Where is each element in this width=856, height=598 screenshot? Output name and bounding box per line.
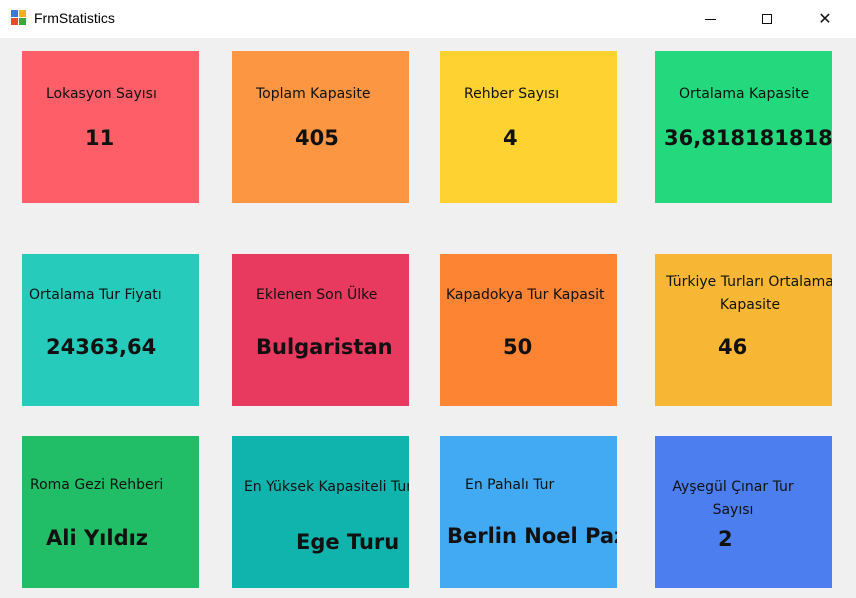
card-label: En Pahalı Tur: [465, 477, 555, 493]
minimize-button[interactable]: [687, 0, 733, 38]
stat-card-roma-gezi-rehberi: Roma Gezi Rehberi Ali Yıldız: [22, 436, 199, 588]
card-value: Berlin Noel Pazarı: [447, 524, 617, 548]
stat-card-aysegul-cinar-tur-sayisi: Ayşegül Çınar Tur Sayısı 2: [655, 436, 832, 588]
card-label: Ayşegül Çınar Tur Sayısı: [672, 479, 794, 518]
stat-card-en-yuksek-kapasiteli-tur: En Yüksek Kapasiteli Tur Ege Turu: [232, 436, 409, 588]
card-value: 36,8181818181: [664, 126, 832, 150]
stat-card-toplam-kapasite: Toplam Kapasite 405: [232, 51, 409, 203]
close-icon: ✕: [818, 9, 832, 28]
stat-card-kapadokya-tur-kapasitesi: Kapadokya Tur Kapasit 50: [440, 254, 617, 406]
stat-card-rehber-sayisi: Rehber Sayısı 4: [440, 51, 617, 203]
card-value: Ege Turu: [296, 530, 400, 554]
card-label: Roma Gezi Rehberi: [30, 477, 164, 493]
close-button[interactable]: ✕: [802, 0, 848, 38]
card-value: 24363,64: [46, 335, 157, 359]
minimize-icon: [704, 18, 716, 20]
card-value: 4: [503, 126, 518, 150]
stat-card-ortalama-kapasite: Ortalama Kapasite 36,8181818181: [655, 51, 832, 203]
card-label: En Yüksek Kapasiteli Tur: [243, 479, 409, 495]
stat-card-en-pahali-tur: En Pahalı Tur Berlin Noel Pazarı: [440, 436, 617, 588]
card-value: Bulgaristan: [256, 335, 393, 359]
app-icon: [11, 10, 27, 26]
card-value: 50: [503, 335, 533, 359]
maximize-icon: [762, 14, 772, 24]
stat-card-ortalama-tur-fiyati: Ortalama Tur Fiyatı 24363,64: [22, 254, 199, 406]
card-value: Ali Yıldız: [46, 526, 149, 550]
card-value: 405: [295, 126, 339, 150]
card-value: 11: [85, 126, 115, 150]
stat-card-eklenen-son-ulke: Eklenen Son Ülke Bulgaristan: [232, 254, 409, 406]
card-value: 46: [718, 335, 748, 359]
card-label: Eklenen Son Ülke: [256, 287, 378, 303]
card-label: Toplam Kapasite: [256, 86, 371, 102]
card-label: Lokasyon Sayısı: [46, 86, 157, 102]
card-label: Kapadokya Tur Kapasit: [446, 287, 605, 303]
stat-card-lokasyon-sayisi: Lokasyon Sayısı 11: [22, 51, 199, 203]
window-title: FrmStatistics: [34, 10, 115, 26]
card-value: 2: [718, 527, 733, 551]
title-bar: FrmStatistics ✕: [0, 0, 856, 38]
card-label: Türkiye Turları Ortalama Kapasite: [666, 274, 832, 313]
stat-card-turkiye-turlari-ortalama-kapasite: Türkiye Turları Ortalama Kapasite 46: [655, 254, 832, 406]
card-label: Rehber Sayısı: [464, 86, 560, 102]
card-label: Ortalama Tur Fiyatı: [29, 287, 162, 303]
maximize-button[interactable]: [744, 0, 790, 38]
card-label: Ortalama Kapasite: [679, 86, 810, 102]
